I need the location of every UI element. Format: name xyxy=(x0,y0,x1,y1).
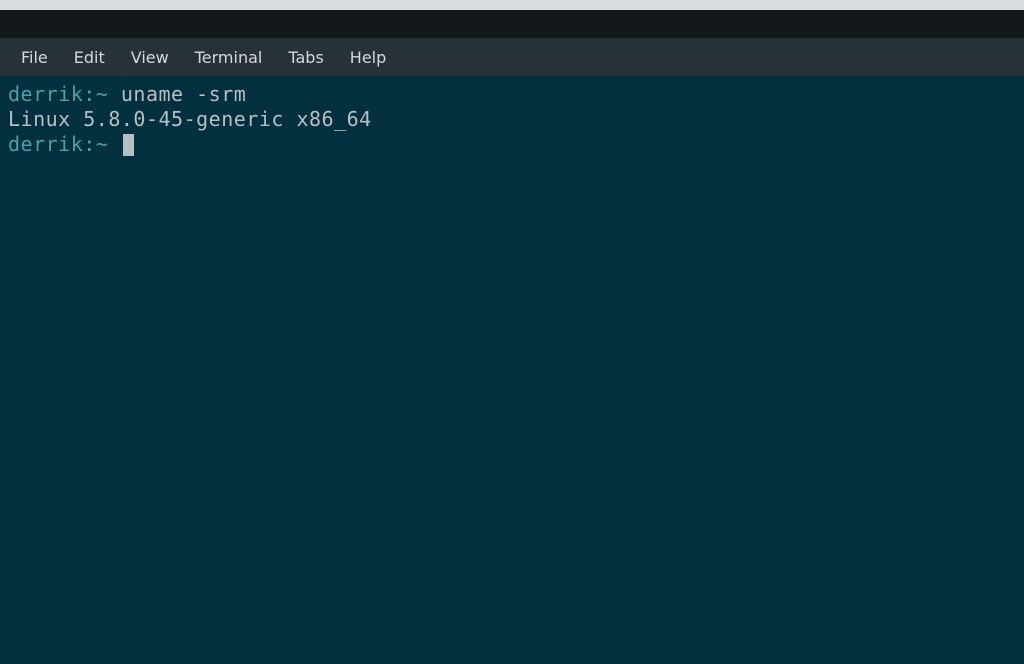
menu-view[interactable]: View xyxy=(118,42,182,73)
menubar: File Edit View Terminal Tabs Help xyxy=(0,38,1024,76)
menu-edit[interactable]: Edit xyxy=(61,42,118,73)
terminal-line: Linux 5.8.0-45-generic x86_64 xyxy=(8,107,1016,132)
terminal-output: Linux 5.8.0-45-generic x86_64 xyxy=(8,107,372,131)
window-shadowbar xyxy=(0,10,1024,38)
terminal-line: derrik:~ uname -srm xyxy=(8,82,1016,107)
menu-terminal[interactable]: Terminal xyxy=(182,42,276,73)
terminal-prompt: derrik:~ xyxy=(8,82,121,106)
menu-help[interactable]: Help xyxy=(337,42,399,73)
menu-file[interactable]: File xyxy=(8,42,61,73)
window-titlebar xyxy=(0,0,1024,10)
menu-tabs[interactable]: Tabs xyxy=(275,42,336,73)
terminal-cursor-icon xyxy=(123,134,134,156)
terminal-area[interactable]: derrik:~ uname -srm Linux 5.8.0-45-gener… xyxy=(0,76,1024,664)
terminal-command: uname -srm xyxy=(121,82,246,106)
terminal-prompt: derrik:~ xyxy=(8,132,121,156)
terminal-line: derrik:~ xyxy=(8,132,1016,157)
